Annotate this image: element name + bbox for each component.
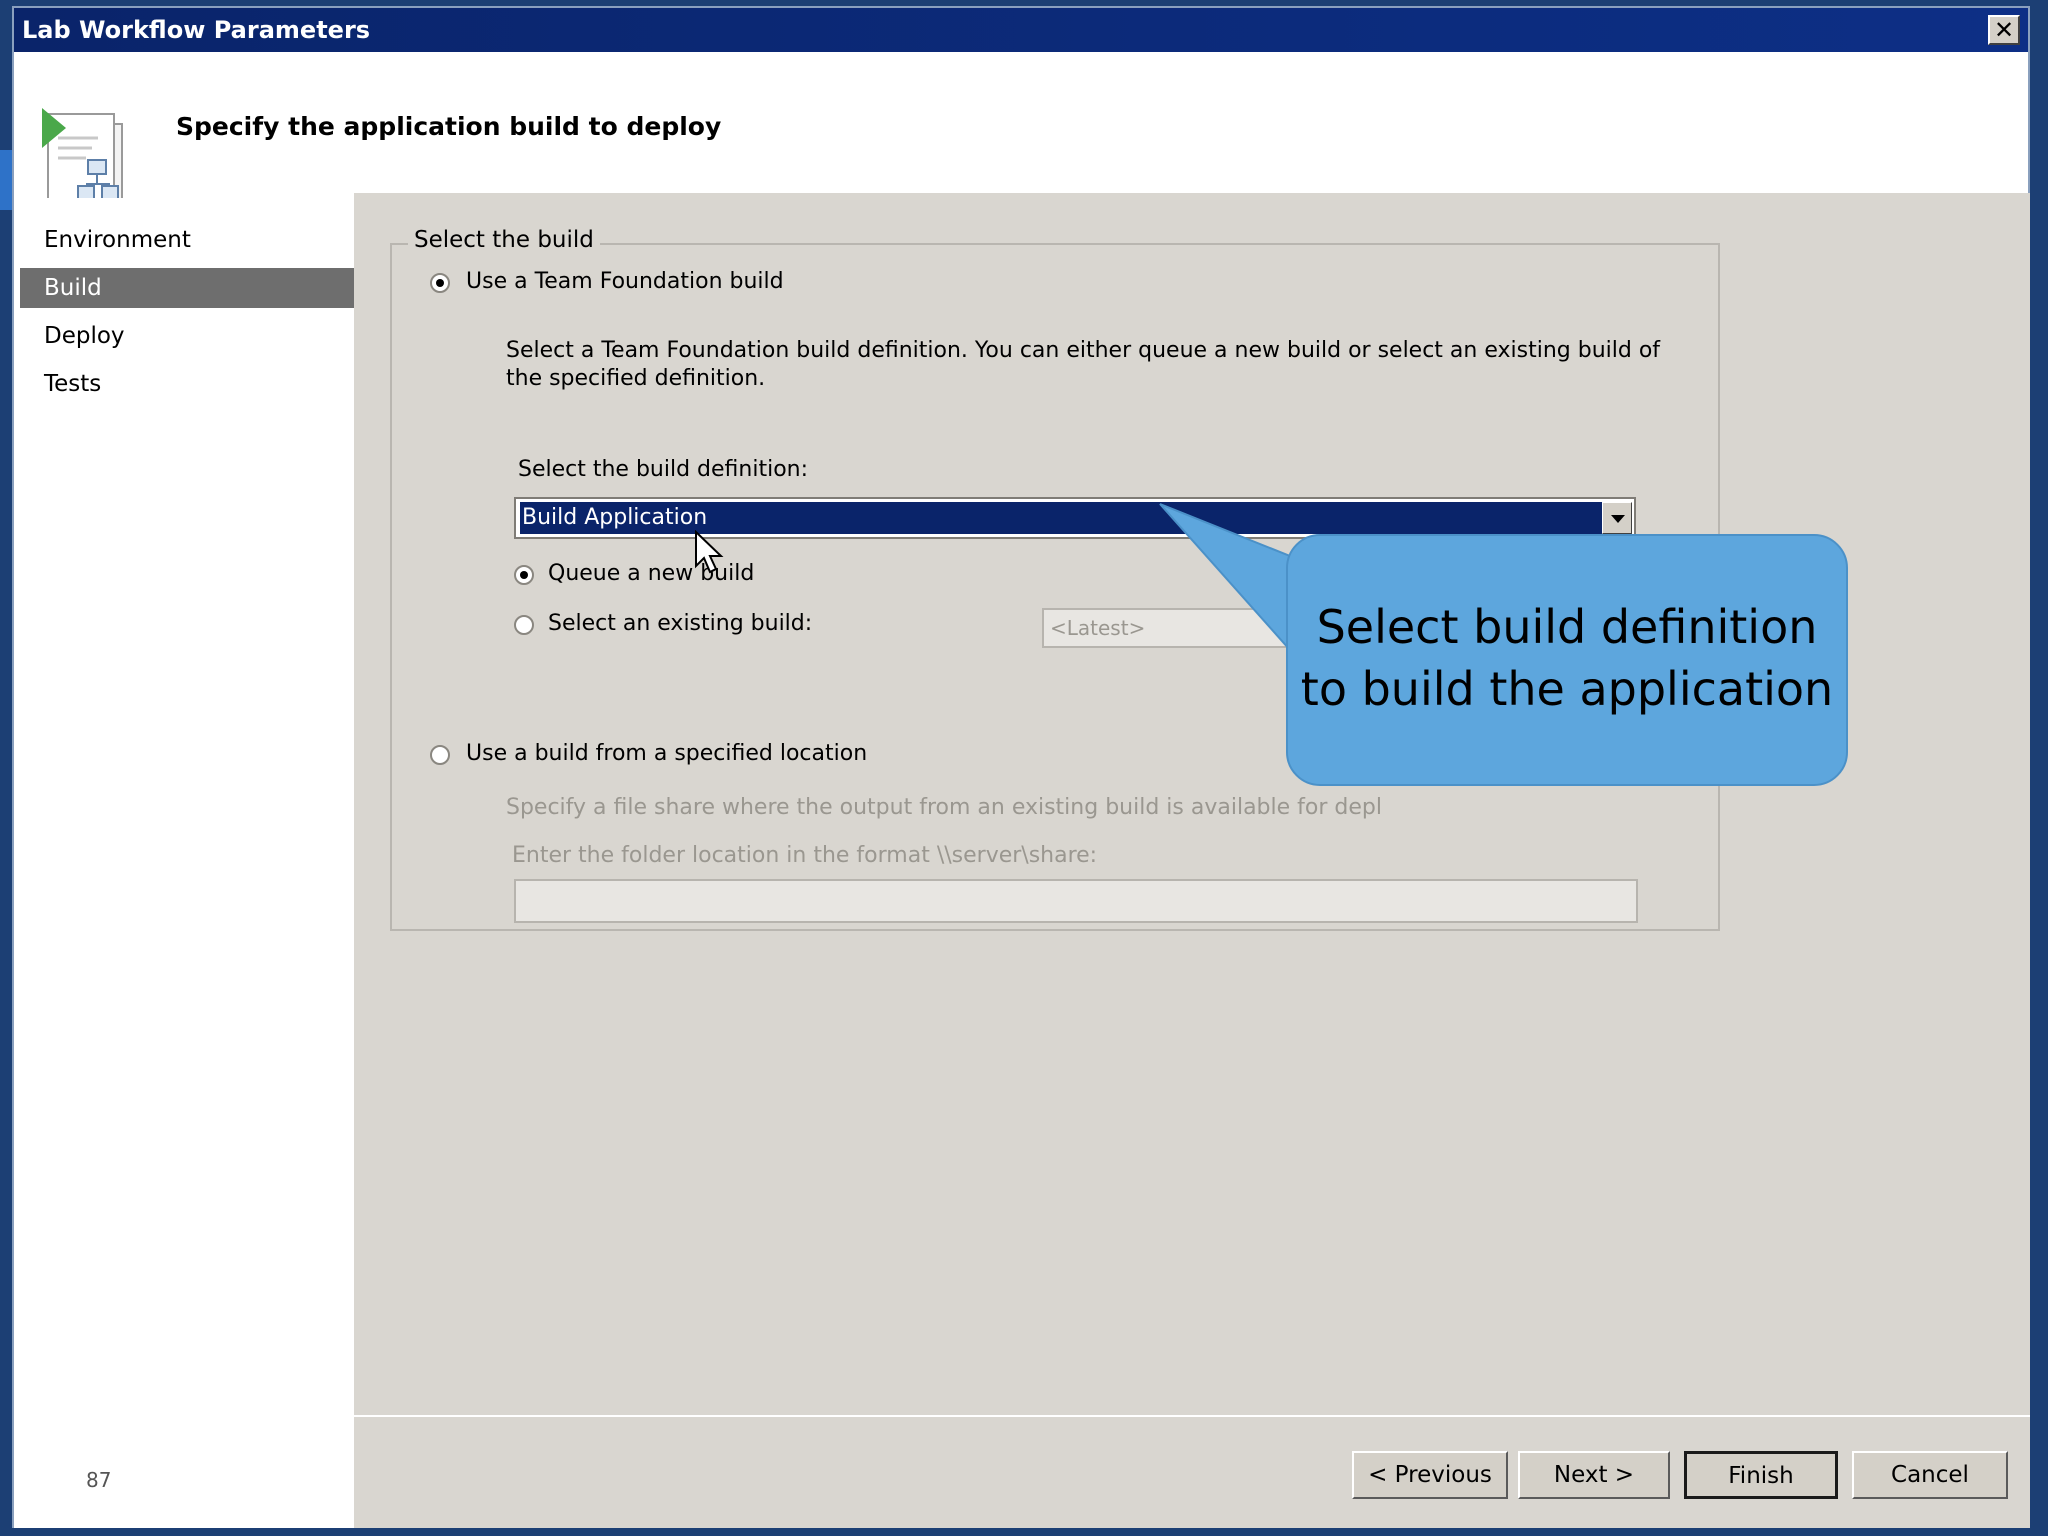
queue-new-build-radio[interactable] [514,565,534,585]
annotation-callout: Select build definition to build the app… [1286,534,1848,786]
callout-text: Select build definition to build the app… [1288,596,1846,720]
close-button[interactable]: ✕ [1988,15,2020,45]
wizard-content: Select the build Use a Team Foundation b… [354,193,2030,1528]
sidebar-item-deploy[interactable]: Deploy [20,316,354,356]
tfs-build-label[interactable]: Use a Team Foundation build [466,269,784,294]
tfs-build-radio[interactable] [430,273,450,293]
wizard-sidebar: Environment Build Deploy Tests [14,198,354,1528]
previous-button[interactable]: < Previous [1352,1451,1508,1499]
location-build-label[interactable]: Use a build from a specified location [466,741,867,766]
folder-label: Enter the folder location in the format … [512,843,1098,868]
folder-location-input[interactable] [514,879,1638,923]
wizard-header: Specify the application build to deploy [14,52,2028,215]
window-title: Lab Workflow Parameters [22,16,371,44]
group-title: Select the build [408,227,600,253]
desktop-edge [0,150,12,210]
title-bar[interactable]: Lab Workflow Parameters ✕ [14,8,2028,52]
next-button[interactable]: Next > [1518,1451,1670,1499]
definition-label: Select the build definition: [518,457,809,482]
sidebar-item-tests[interactable]: Tests [20,364,354,404]
callout-line-2: to build the application [1300,662,1834,716]
callout-line-1: Select build definition [1316,600,1818,654]
select-existing-build-radio[interactable] [514,615,534,635]
build-definition-dropdown[interactable]: Build Application [514,497,1636,539]
page-number: 87 [86,1468,112,1492]
page-heading: Specify the application build to deploy [176,112,722,141]
tfs-description: Select a Team Foundation build definitio… [506,338,1661,391]
location-description: Specify a file share where the output fr… [506,795,1382,820]
sidebar-item-build[interactable]: Build [20,268,354,308]
build-definition-value: Build Application [520,502,1604,534]
footer-divider [354,1415,2030,1417]
finish-button[interactable]: Finish [1684,1451,1838,1499]
sidebar-item-environment[interactable]: Environment [20,220,354,260]
cancel-button[interactable]: Cancel [1852,1451,2008,1499]
close-icon: ✕ [1993,16,2015,44]
mouse-pointer-icon [695,530,724,574]
chevron-down-icon[interactable] [1602,502,1632,534]
location-build-radio[interactable] [430,745,450,765]
select-existing-build-label[interactable]: Select an existing build: [548,611,812,636]
